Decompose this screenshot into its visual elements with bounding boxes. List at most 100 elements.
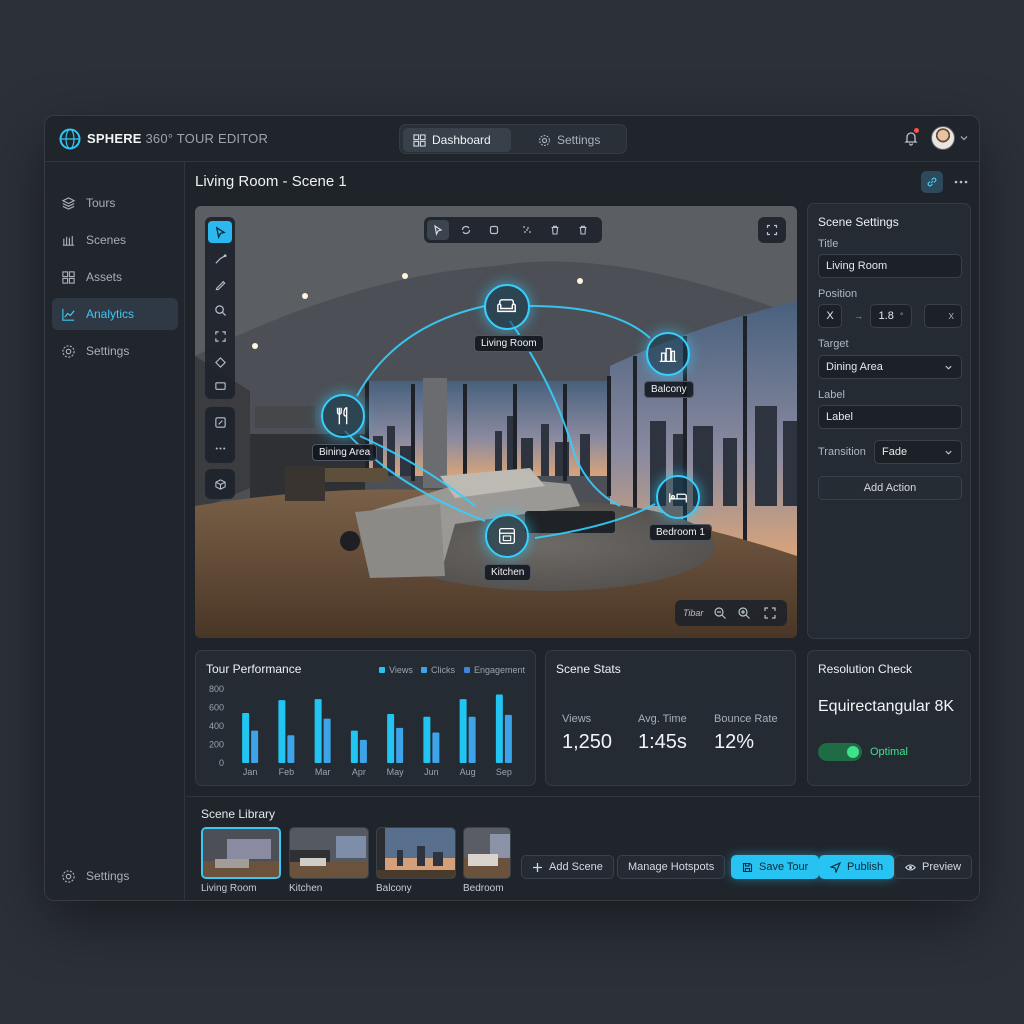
- delete-tool[interactable]: [544, 220, 566, 240]
- select-tool[interactable]: [208, 221, 232, 243]
- bar-clicks-sep: [504, 714, 512, 763]
- scene-thumb-balcony[interactable]: [376, 827, 456, 879]
- gear-icon: [539, 134, 550, 146]
- embed-icon: [214, 416, 226, 428]
- tab-settings[interactable]: Settings: [528, 128, 624, 152]
- path-tool[interactable]: [208, 247, 232, 269]
- pointer-tool[interactable]: [427, 220, 449, 240]
- hotspot-balcony[interactable]: [646, 332, 690, 376]
- preview-button[interactable]: Preview: [894, 855, 973, 879]
- chevron-down-icon: [945, 365, 952, 370]
- hotspot-bedroom-1[interactable]: [656, 475, 700, 519]
- search-tool[interactable]: [208, 299, 232, 321]
- shape-tool[interactable]: [483, 220, 505, 240]
- target-label: Target: [818, 338, 849, 350]
- position-x-field[interactable]: X: [818, 304, 842, 328]
- delete-all-tool[interactable]: [572, 220, 594, 240]
- tag-icon: [214, 356, 226, 368]
- x-tick-label: Sep: [496, 767, 512, 777]
- sidebar-item-assets[interactable]: Assets: [52, 261, 178, 293]
- hotspot-dining-area[interactable]: [321, 394, 365, 438]
- manage-hotspots-button[interactable]: Manage Hotspots: [617, 855, 726, 879]
- comment-tool[interactable]: [208, 375, 232, 397]
- transition-label: Transition: [818, 446, 866, 458]
- hotspot-label: Bining Area: [312, 444, 378, 461]
- path-icon: [214, 253, 227, 264]
- publish-button[interactable]: Publish: [819, 855, 895, 879]
- add-action-button[interactable]: Add Action: [818, 476, 962, 500]
- balcony-thumbnail: [377, 828, 455, 878]
- trash-icon: [579, 225, 587, 235]
- x-tick-label: Aug: [460, 767, 476, 777]
- gear-icon: [62, 869, 75, 883]
- sidebar-footer-settings[interactable]: Settings: [52, 860, 178, 892]
- save-tour-button[interactable]: Save Tour: [731, 855, 820, 879]
- tag-tool[interactable]: [208, 351, 232, 373]
- position-clear-field[interactable]: x: [924, 304, 962, 328]
- sidebar-item-scenes[interactable]: Scenes: [52, 224, 178, 256]
- target-select[interactable]: Dining Area: [818, 355, 962, 379]
- title-input[interactable]: Living Room: [818, 254, 962, 278]
- hotspot-label: Bedroom 1: [649, 524, 712, 541]
- cursor-icon: [215, 226, 226, 239]
- bar-views-apr: [350, 730, 358, 763]
- resolution-title: Resolution Check: [818, 662, 913, 676]
- more-button[interactable]: [950, 171, 972, 193]
- embed-tool[interactable]: [208, 411, 232, 433]
- scene-thumb-bedroom[interactable]: [463, 827, 511, 879]
- viewer-toolbar: [205, 217, 235, 399]
- hotspot-label: Balcony: [644, 381, 694, 398]
- sidebar-item-settings[interactable]: Settings: [52, 335, 178, 367]
- transition-select[interactable]: Fade: [874, 440, 962, 464]
- expand-icon[interactable]: [763, 606, 777, 620]
- scene-settings-panel: Scene Settings Title Living Room Positio…: [807, 203, 971, 639]
- position-value-field[interactable]: 1.8 °: [870, 304, 912, 328]
- scene-thumb-living-room[interactable]: [201, 827, 281, 879]
- pencil-tool[interactable]: [208, 273, 232, 295]
- tab-dashboard[interactable]: Dashboard: [403, 128, 511, 152]
- sofa-icon: [497, 299, 517, 313]
- save-tour-label: Save Tour: [759, 861, 809, 873]
- scene-thumb-kitchen[interactable]: [289, 827, 369, 879]
- sidebar-item-tours[interactable]: Tours: [52, 187, 178, 219]
- rotate-tool[interactable]: [455, 220, 477, 240]
- add-scene-button[interactable]: Add Scene: [521, 855, 614, 879]
- sidebar-item-label: Assets: [86, 270, 123, 284]
- hotspot-label: Kitchen: [484, 564, 532, 581]
- stat-avg-time-label: Avg. Time: [638, 713, 687, 725]
- scatter-tool[interactable]: [516, 220, 538, 240]
- zoom-out-icon[interactable]: [713, 606, 727, 620]
- x-tick-label: Apr: [352, 767, 366, 777]
- cube-tool[interactable]: [208, 473, 232, 495]
- chevron-down-icon[interactable]: [959, 133, 969, 143]
- hotspot-kitchen[interactable]: [485, 514, 529, 558]
- send-icon: [830, 861, 841, 873]
- chevron-down-icon: [945, 450, 952, 455]
- frame-tool[interactable]: [208, 325, 232, 347]
- link-button[interactable]: [921, 171, 943, 193]
- x-tick-label: Jun: [424, 767, 439, 777]
- fullscreen-button[interactable]: [758, 217, 786, 243]
- avatar[interactable]: [931, 126, 955, 150]
- panorama-viewer[interactable]: Living Room Balcony Bining Area Kitchen …: [195, 206, 797, 638]
- publish-label: Publish: [847, 861, 884, 873]
- trash-icon: [551, 225, 559, 235]
- sidebar-footer-label: Settings: [86, 869, 130, 883]
- bar-views-feb: [278, 700, 286, 763]
- zoom-in-icon[interactable]: [737, 606, 751, 620]
- comment-icon: [214, 381, 226, 390]
- scene-thumb-label: Living Room: [201, 883, 257, 894]
- panel-title: Scene Settings: [818, 215, 899, 229]
- resolution-status: Optimal: [870, 746, 908, 758]
- more-tools[interactable]: [208, 437, 232, 459]
- target-value: Dining Area: [826, 361, 883, 373]
- preview-label: Preview: [922, 861, 962, 873]
- bar-views-sep: [495, 694, 503, 763]
- label-input[interactable]: Label: [818, 405, 962, 429]
- link-icon: [927, 177, 937, 187]
- sidebar-item-label: Settings: [86, 344, 130, 358]
- stat-views-label: Views: [562, 713, 592, 725]
- optimal-toggle[interactable]: [818, 743, 862, 761]
- sidebar-item-analytics[interactable]: Analytics: [52, 298, 178, 330]
- hotspot-living-room[interactable]: [484, 284, 530, 330]
